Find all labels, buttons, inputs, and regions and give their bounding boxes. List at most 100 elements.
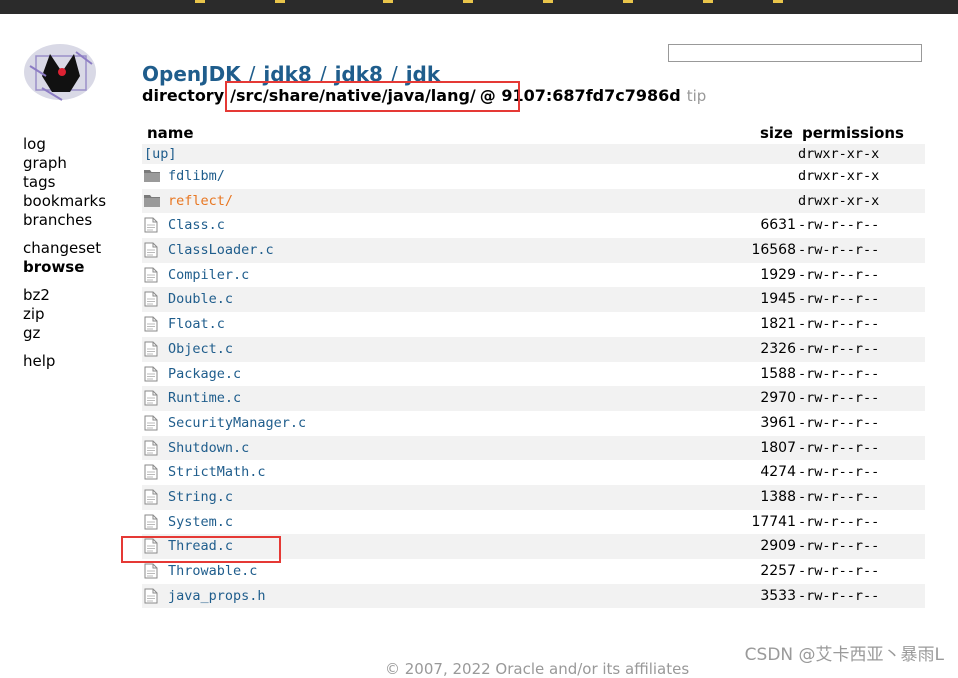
sidebar-item[interactable]: branches: [23, 211, 106, 230]
file-permissions: -rw-r--r--: [798, 316, 880, 333]
sidebar-item[interactable]: zip: [23, 305, 106, 324]
file-link[interactable]: ClassLoader.c: [168, 242, 274, 258]
file-size: 2970: [760, 390, 796, 407]
table-row: SecurityManager.c 3961 -rw-r--r--: [142, 410, 925, 436]
tip-tag: tip: [686, 87, 707, 105]
bookmark-folder-icon[interactable]: [773, 0, 783, 3]
file-icon: [144, 341, 160, 357]
table-row: [up] drwxr-xr-x: [142, 144, 925, 164]
table-row: ClassLoader.c 16568 -rw-r--r--: [142, 238, 925, 263]
column-header-size[interactable]: size: [760, 124, 793, 142]
file-size: 1821: [760, 316, 796, 333]
bookmark-folder-icon[interactable]: [195, 0, 205, 3]
file-size: 3961: [760, 414, 796, 431]
file-link[interactable]: String.c: [168, 489, 233, 505]
file-link[interactable]: SecurityManager.c: [168, 415, 306, 431]
bookmark-folder-icon[interactable]: [623, 0, 633, 3]
file-permissions: -rw-r--r--: [798, 414, 880, 431]
file-permissions: drwxr-xr-x: [798, 192, 880, 209]
file-link[interactable]: Class.c: [168, 217, 225, 233]
file-size: 2909: [760, 538, 796, 555]
file-size: 6631: [760, 217, 796, 234]
file-permissions: -rw-r--r--: [798, 464, 880, 481]
file-link[interactable]: StrictMath.c: [168, 464, 266, 480]
file-permissions: -rw-r--r--: [798, 439, 880, 456]
file-permissions: -rw-r--r--: [798, 587, 880, 604]
parent-dir-link[interactable]: [up]: [144, 146, 177, 162]
file-link[interactable]: Compiler.c: [168, 267, 249, 283]
file-icon: [144, 390, 160, 406]
file-link[interactable]: Shutdown.c: [168, 440, 249, 456]
file-icon: [144, 464, 160, 480]
file-icon: [144, 440, 160, 456]
dir-link[interactable]: reflect/: [168, 193, 233, 209]
file-link[interactable]: Runtime.c: [168, 390, 241, 406]
folder-icon: [144, 193, 160, 208]
file-icon: [144, 217, 160, 233]
file-link[interactable]: Package.c: [168, 366, 241, 382]
file-link[interactable]: java_props.h: [168, 588, 266, 604]
file-size: 1807: [760, 439, 796, 456]
table-row: reflect/drwxr-xr-x: [142, 188, 925, 214]
sidebar-item[interactable]: tags: [23, 173, 106, 192]
search-input[interactable]: [668, 44, 922, 62]
sidebar-item[interactable]: changeset: [23, 239, 106, 258]
sidebar-nav: log graph tags bookmarks branches changeset br…: [23, 135, 106, 380]
bookmark-folder-icon[interactable]: [543, 0, 553, 3]
file-link[interactable]: Float.c: [168, 316, 225, 332]
file-permissions: drwxr-xr-x: [798, 146, 880, 162]
table-row: Package.c 1588 -rw-r--r--: [142, 361, 925, 387]
file-icon: [144, 563, 160, 579]
directory-label: directory: [142, 86, 225, 105]
file-size: 1588: [760, 365, 796, 382]
file-permissions: -rw-r--r--: [798, 513, 880, 530]
watermark: CSDN @艾卡西亚丶暴雨L: [744, 645, 944, 665]
file-permissions: -rw-r--r--: [798, 340, 880, 357]
file-permissions: -rw-r--r--: [798, 291, 880, 308]
file-icon: [144, 242, 160, 258]
bookmark-folder-icon[interactable]: [703, 0, 713, 3]
file-icon: [144, 588, 160, 604]
file-link[interactable]: Throwable.c: [168, 563, 257, 579]
file-icon: [144, 267, 160, 283]
file-size: 16568: [751, 242, 796, 259]
sidebar-item[interactable]: graph: [23, 154, 106, 173]
file-permissions: -rw-r--r--: [798, 538, 880, 555]
file-link[interactable]: System.c: [168, 514, 233, 530]
file-permissions: drwxr-xr-x: [798, 168, 880, 184]
file-size: 1388: [760, 488, 796, 505]
sidebar-item[interactable]: gz: [23, 324, 106, 343]
browser-bookmarks-bar: [0, 0, 958, 14]
sidebar-group: log graph tags bookmarks branches: [23, 135, 106, 230]
sidebar-item[interactable]: help: [23, 352, 106, 371]
file-permissions: -rw-r--r--: [798, 217, 880, 234]
table-row: Double.c 1945 -rw-r--r--: [142, 287, 925, 313]
sidebar-group: help: [23, 352, 106, 371]
file-permissions: -rw-r--r--: [798, 563, 880, 579]
bookmark-folder-icon[interactable]: [275, 0, 285, 3]
sidebar-item[interactable]: bookmarks: [23, 192, 106, 211]
file-size: 2326: [760, 340, 796, 357]
table-header: name size permissions: [142, 124, 925, 144]
file-link[interactable]: Double.c: [168, 291, 233, 307]
file-size: 1945: [760, 291, 796, 308]
file-permissions: -rw-r--r--: [798, 390, 880, 407]
file-size: 3533: [760, 587, 796, 604]
file-permissions: -rw-r--r--: [798, 488, 880, 505]
sidebar-item[interactable]: log: [23, 135, 106, 154]
duke-logo[interactable]: [22, 42, 98, 102]
table-row: Object.c 2326 -rw-r--r--: [142, 336, 925, 362]
file-icon: [144, 291, 160, 307]
sidebar-item[interactable]: browse: [23, 258, 106, 277]
file-size: 4274: [760, 464, 796, 481]
column-header-permissions[interactable]: permissions: [802, 124, 904, 142]
table-row: java_props.h 3533 -rw-r--r--: [142, 583, 925, 609]
bookmark-folder-icon[interactable]: [383, 0, 393, 3]
bookmark-folder-icon[interactable]: [463, 0, 473, 3]
file-icon: [144, 316, 160, 332]
dir-link[interactable]: fdlibm/: [168, 168, 225, 184]
file-size: 17741: [751, 513, 796, 530]
column-header-name[interactable]: name: [147, 124, 194, 142]
file-link[interactable]: Object.c: [168, 341, 233, 357]
sidebar-item[interactable]: bz2: [23, 286, 106, 305]
